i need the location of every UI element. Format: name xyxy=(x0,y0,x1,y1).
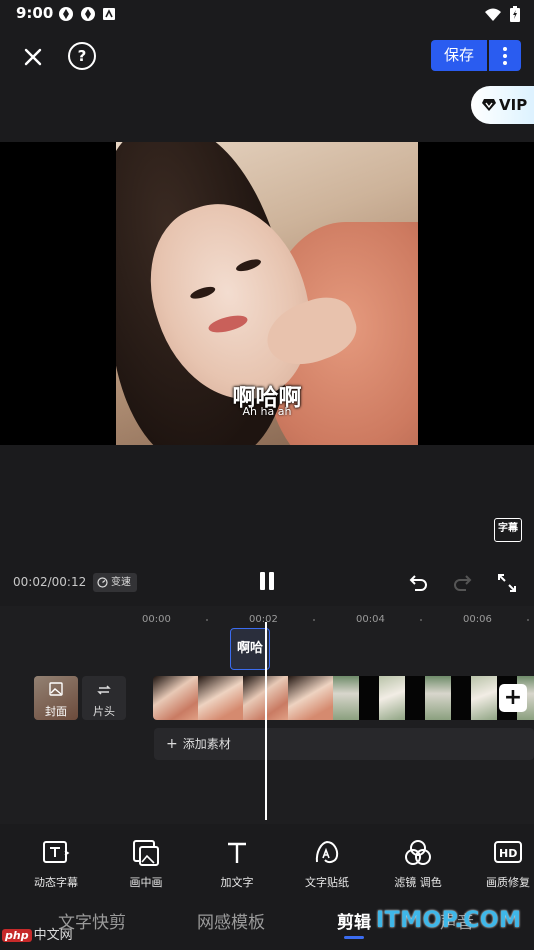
playhead[interactable] xyxy=(265,622,267,820)
more-options-button[interactable] xyxy=(489,40,521,71)
question-icon: ? xyxy=(77,47,87,65)
vip-label: VIP xyxy=(499,96,528,114)
tool-dynamic-subtitle[interactable]: 动态字幕 xyxy=(16,830,96,890)
undo-button[interactable] xyxy=(406,572,430,594)
tool-text-sticker[interactable]: 文字贴纸 xyxy=(287,830,367,890)
filter-icon xyxy=(403,838,433,868)
download-notification-icon xyxy=(102,6,118,22)
caption-toggle-button[interactable]: 字幕 xyxy=(494,518,522,542)
help-button[interactable]: ? xyxy=(68,42,96,70)
watermark-badge: php xyxy=(2,929,32,942)
timeline-panel[interactable]: 00:00 00:02 00:04 00:06 啊哈 封面 片头 + +添加素 xyxy=(0,606,534,824)
svg-text:HD: HD xyxy=(499,847,517,860)
ruler-tick: 00:00 xyxy=(142,614,171,625)
tool-filter[interactable]: 滤镜 调色 xyxy=(378,830,458,890)
tab-templates[interactable]: 网感模板 xyxy=(197,908,265,933)
add-clip-button[interactable]: + xyxy=(499,684,527,712)
redo-icon xyxy=(454,575,472,591)
diamond-icon xyxy=(482,99,496,111)
vip-button[interactable]: VIP xyxy=(471,86,534,124)
image-icon xyxy=(49,682,63,696)
status-bar: 9:00 xyxy=(0,0,534,28)
plus-icon: + xyxy=(503,685,523,710)
tab-edit[interactable]: 剪辑 xyxy=(337,908,371,933)
subtitle-pinyin: Ah ha ah xyxy=(242,405,292,418)
intro-loop-icon xyxy=(97,685,111,695)
tool-picture-in-picture[interactable]: 画中画 xyxy=(106,830,186,890)
picture-in-picture-icon xyxy=(131,838,161,868)
intro-button[interactable]: 片头 xyxy=(82,676,126,720)
clip-thumbnail xyxy=(333,676,359,720)
ruler-tick: 00:04 xyxy=(356,614,385,625)
editor-top-bar: ? 保存 xyxy=(0,28,534,86)
tool-label: 画中画 xyxy=(129,876,163,889)
notification-icons xyxy=(58,6,118,22)
text-icon xyxy=(222,838,252,868)
plus-icon: + xyxy=(166,736,178,752)
redo-button[interactable] xyxy=(451,572,475,594)
speed-button[interactable]: 变速 xyxy=(93,573,137,592)
clip-thumbnail xyxy=(153,676,198,720)
clip-thumbnail xyxy=(379,676,405,720)
close-button[interactable] xyxy=(18,42,48,72)
undo-icon xyxy=(409,575,427,591)
tool-label: 加文字 xyxy=(220,876,254,889)
battery-icon xyxy=(510,6,520,26)
active-tab-indicator xyxy=(344,936,364,939)
tool-label: 滤镜 调色 xyxy=(394,876,442,889)
save-button[interactable]: 保存 xyxy=(431,40,487,71)
caption-toggle-label: 字幕 xyxy=(498,523,518,534)
fullscreen-icon xyxy=(498,574,516,592)
ruler-tick: 00:02 xyxy=(249,614,278,625)
tool-quality-repair[interactable]: HD 画质修复 xyxy=(468,830,534,890)
clip-thumbnail xyxy=(288,676,333,720)
dynamic-subtitle-icon xyxy=(41,838,71,868)
watermark-text: 中文网 xyxy=(33,928,73,943)
add-material-button[interactable]: + 添加素材 xyxy=(154,728,534,760)
bottom-nav: 文字快剪 网感模板 剪辑 声音 ITMOP.COM php 中文网 xyxy=(0,896,534,950)
preview-frame-image: 啊哈啊 Ah ha ah xyxy=(116,142,418,445)
app-notification-icon xyxy=(58,6,74,22)
add-material-label: 添加素材 xyxy=(182,737,231,751)
watermark-right: ITMOP.COM xyxy=(376,908,522,933)
tool-label: 文字贴纸 xyxy=(305,876,349,889)
pause-icon xyxy=(260,572,265,590)
app-notification-icon xyxy=(80,6,96,22)
tool-add-text[interactable]: 加文字 xyxy=(197,830,277,890)
playback-time: 00:02/00:12 xyxy=(13,575,87,589)
subtitle-clip[interactable]: 啊哈 xyxy=(230,628,270,670)
tool-label: 画质修复 xyxy=(486,876,530,889)
wifi-icon xyxy=(484,7,502,26)
close-icon xyxy=(24,48,42,66)
clip-thumbnail xyxy=(198,676,243,720)
speed-icon xyxy=(97,577,108,588)
more-dots-icon xyxy=(503,47,507,51)
hd-icon: HD xyxy=(493,838,523,868)
edit-toolbar: 动态字幕 画中画 加文字 文字贴纸 滤镜 调色 HD 画质修复 xyxy=(0,830,534,896)
status-time: 9:00 xyxy=(16,4,54,22)
intro-label: 片头 xyxy=(93,705,115,718)
cover-label: 封面 xyxy=(45,705,67,718)
clip-thumbnail xyxy=(425,676,451,720)
pause-button[interactable] xyxy=(258,572,276,592)
system-indicators xyxy=(484,6,520,26)
cover-button[interactable]: 封面 xyxy=(34,676,78,720)
playback-controls: 00:02/00:12 变速 xyxy=(0,566,534,600)
ruler-tick: 00:06 xyxy=(463,614,492,625)
watermark-left: php 中文网 xyxy=(2,924,73,943)
text-sticker-icon xyxy=(312,838,342,868)
fullscreen-button[interactable] xyxy=(496,572,518,594)
speed-label: 变速 xyxy=(111,577,131,588)
video-clip-track[interactable] xyxy=(153,676,534,720)
tool-label: 动态字幕 xyxy=(34,876,78,889)
video-preview[interactable]: 啊哈啊 Ah ha ah xyxy=(0,142,534,445)
clip-thumbnail xyxy=(471,676,497,720)
